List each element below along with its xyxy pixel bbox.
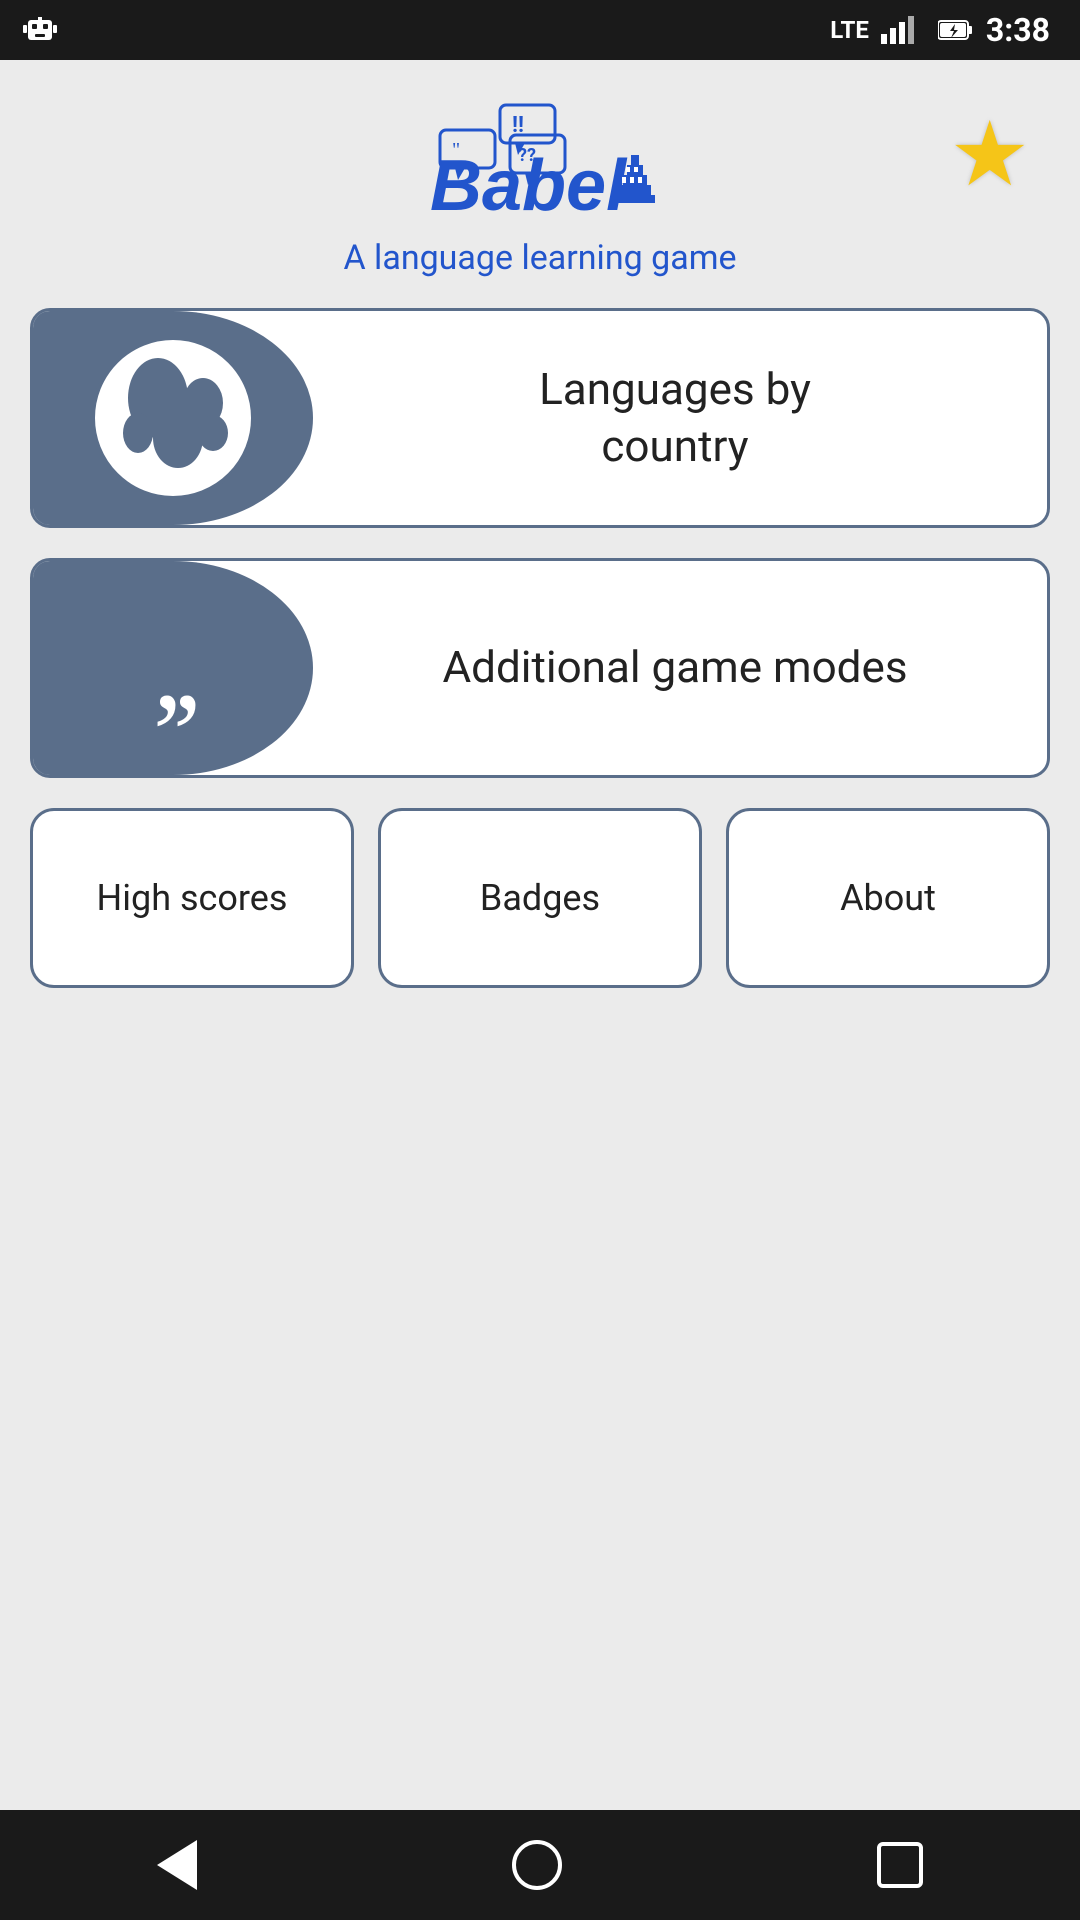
quotes-icon: ,,	[153, 608, 193, 728]
quotes-icon-container: ,,	[33, 561, 313, 775]
nav-back-button[interactable]	[157, 1840, 197, 1890]
lte-label: LTE	[830, 16, 869, 44]
nav-bar	[0, 1810, 1080, 1920]
globe-icon	[83, 328, 263, 508]
additional-game-modes-button[interactable]: ,, Additional game modes	[30, 558, 1050, 778]
nav-home-button[interactable]	[512, 1840, 562, 1890]
badges-button[interactable]: Badges	[378, 808, 702, 988]
main-buttons: Languages by country ,, Additional game …	[30, 308, 1050, 778]
about-button[interactable]: About	[726, 808, 1050, 988]
app-subtitle: A language learning game	[343, 238, 736, 278]
status-icons: LTE 3:38	[830, 11, 1050, 49]
favorites-star[interactable]: ★	[949, 110, 1030, 200]
languages-by-country-button[interactable]: Languages by country	[30, 308, 1050, 528]
signal-bars	[881, 16, 914, 44]
bottom-buttons: High scores Badges About	[30, 808, 1050, 988]
robot-status-icon	[20, 10, 60, 50]
additional-game-modes-label: Additional game modes	[303, 561, 1047, 775]
app-content: " !! ?? Babel	[0, 60, 1080, 1810]
status-time: 3:38	[986, 11, 1050, 49]
battery-icon	[938, 19, 974, 41]
status-bar: LTE 3:38	[0, 0, 1080, 60]
header: " !! ?? Babel	[30, 100, 1050, 278]
globe-icon-container	[33, 311, 313, 525]
high-scores-button[interactable]: High scores	[30, 808, 354, 988]
app-logo: " !! ?? Babel	[400, 100, 680, 230]
nav-recents-button[interactable]	[877, 1842, 923, 1888]
languages-by-country-label: Languages by country	[303, 311, 1047, 525]
svg-text:Babel: Babel	[430, 146, 628, 226]
logo-container: " !! ?? Babel	[343, 100, 736, 278]
